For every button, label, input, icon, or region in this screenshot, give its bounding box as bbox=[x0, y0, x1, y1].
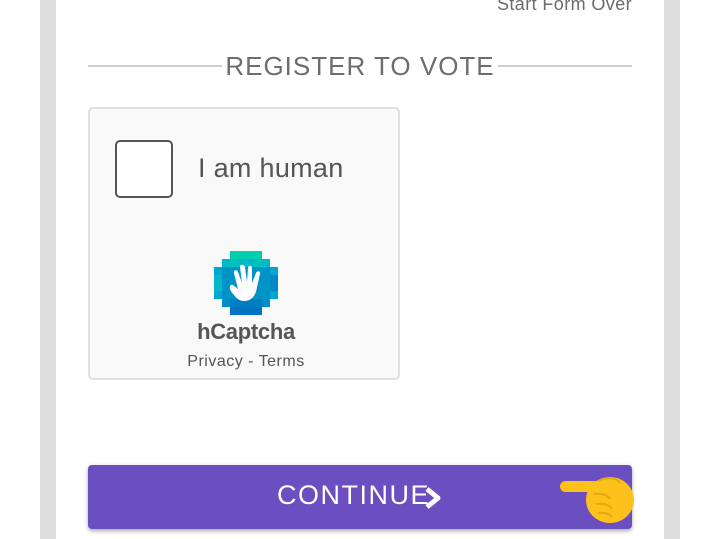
heading-divider-left bbox=[88, 65, 223, 67]
terms-link[interactable]: Terms bbox=[259, 353, 305, 370]
right-page-margin bbox=[664, 0, 680, 539]
privacy-link[interactable]: Privacy bbox=[187, 353, 243, 370]
left-page-margin bbox=[40, 0, 56, 539]
continue-label: CONTINUE bbox=[277, 480, 430, 510]
hcaptcha-brand-label: hCaptcha bbox=[197, 319, 295, 344]
continue-button[interactable]: CONTINUE bbox=[88, 465, 634, 529]
chevron-right-icon bbox=[425, 487, 441, 509]
start-form-over-link[interactable]: Start Form Over bbox=[440, 0, 632, 15]
page-title: REGISTER TO VOTE bbox=[225, 50, 495, 81]
hcaptcha-widget: I am human hCaptcha Privacy - Terms bbox=[88, 107, 400, 380]
hcaptcha-logo-icon bbox=[214, 251, 278, 315]
captcha-links: Privacy - Terms bbox=[90, 353, 402, 371]
pointing-hand-icon bbox=[560, 477, 634, 523]
i-am-human-checkbox[interactable] bbox=[115, 140, 173, 198]
i-am-human-label[interactable]: I am human bbox=[198, 153, 344, 184]
form-heading: REGISTER TO VOTE bbox=[88, 48, 632, 84]
heading-divider-right bbox=[497, 65, 632, 67]
link-separator: - bbox=[248, 353, 254, 370]
